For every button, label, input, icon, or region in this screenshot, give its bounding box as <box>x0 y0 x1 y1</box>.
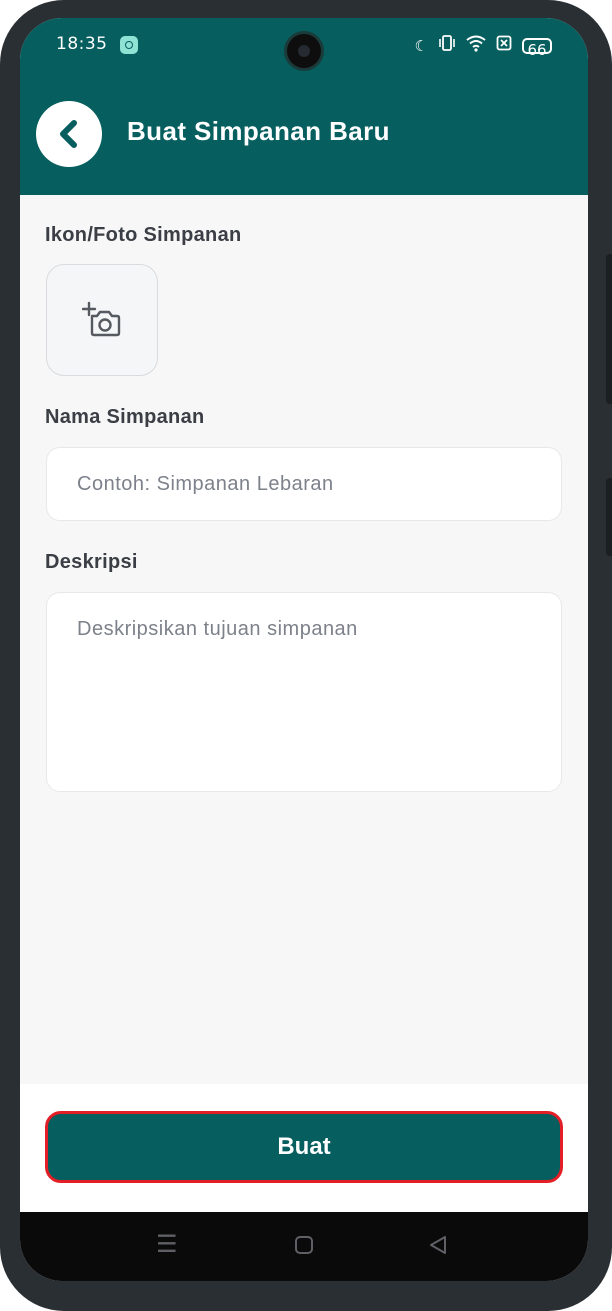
back-button[interactable] <box>36 101 102 167</box>
photo-upload-box[interactable] <box>46 264 158 376</box>
chat-notification-icon <box>120 36 138 54</box>
add-camera-icon <box>82 301 121 337</box>
volume-button <box>606 254 612 404</box>
menu-icon[interactable]: ☰ <box>156 1229 178 1259</box>
name-label: Nama Simpanan <box>45 406 205 428</box>
status-time: 18:35 <box>56 34 108 54</box>
app-header: 18:35 ☾ 66 Buat Simpanan Baru <box>20 18 588 195</box>
page-title: Buat Simpanan Baru <box>127 116 390 146</box>
front-camera <box>287 34 321 68</box>
photo-label: Ikon/Foto Simpanan <box>45 224 242 246</box>
vibrate-icon <box>438 34 456 57</box>
description-input[interactable]: Deskripsikan tujuan simpanan <box>46 592 562 792</box>
screen: 18:35 ☾ 66 Buat Simpanan Baru Ikon/Foto … <box>20 18 588 1281</box>
chevron-left-icon <box>60 120 77 148</box>
moon-icon: ☾ <box>414 36 428 55</box>
phone-frame: 18:35 ☾ 66 Buat Simpanan Baru Ikon/Foto … <box>0 0 612 1311</box>
home-square-icon[interactable] <box>294 1232 314 1262</box>
name-input[interactable]: Contoh: Simpanan Lebaran <box>46 447 562 521</box>
power-button <box>606 478 612 556</box>
system-nav-bar: ☰ <box>20 1212 588 1281</box>
status-bar: 18:35 ☾ 66 <box>20 18 588 70</box>
sim-off-icon <box>496 35 512 56</box>
create-button[interactable]: Buat <box>45 1111 563 1183</box>
wifi-icon <box>466 34 486 57</box>
back-triangle-icon[interactable] <box>428 1232 448 1262</box>
description-label: Deskripsi <box>45 551 138 573</box>
battery-icon: 66 <box>522 37 552 59</box>
status-icons: ☾ 66 <box>414 34 552 59</box>
